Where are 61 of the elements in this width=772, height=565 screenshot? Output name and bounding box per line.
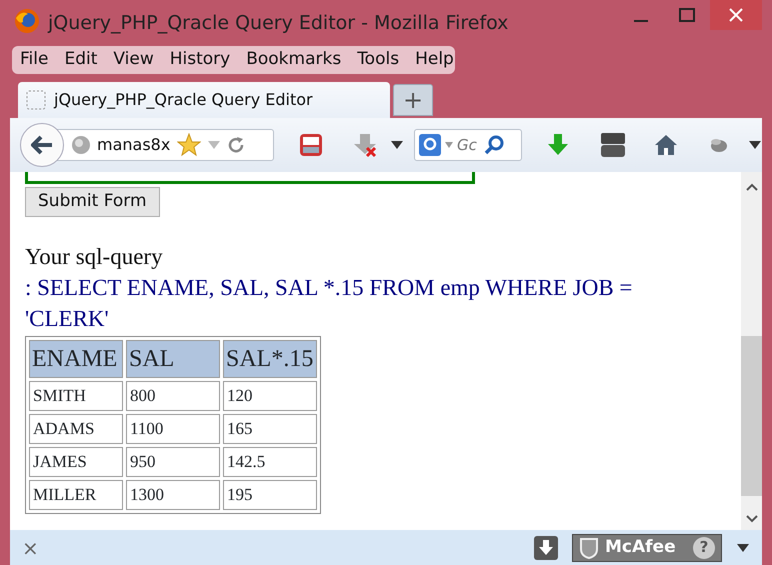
star-icon[interactable]	[177, 133, 201, 157]
browser-tab[interactable]: jQuery_PHP_Qracle Query Editor	[18, 82, 390, 118]
table-cell: 142.5	[223, 446, 317, 476]
address-bar[interactable]: manas8x,	[56, 129, 274, 161]
menu-item[interactable]: Bookmarks	[246, 47, 348, 73]
home-icon[interactable]	[654, 133, 678, 157]
table-cell: 1300	[126, 480, 220, 510]
reload-icon[interactable]	[227, 136, 245, 154]
globe-icon	[71, 135, 91, 155]
search-icon[interactable]	[484, 135, 504, 155]
query-text: : SELECT ENAME, SAL, SAL *.15 FROM emp WHERE JOB = 'CLERK'	[25, 274, 634, 332]
text-area[interactable]	[25, 172, 475, 184]
table-cell: SMITH	[29, 380, 123, 410]
maximize-icon	[679, 8, 695, 22]
down-arrow-icon[interactable]	[546, 133, 570, 157]
table-cell: 1100	[126, 414, 220, 444]
page-icon	[26, 90, 46, 110]
mcafee-button[interactable]: McAfee ?	[572, 534, 722, 562]
new-tab-button[interactable]: +	[393, 84, 433, 116]
column-header: ENAME	[29, 340, 123, 378]
column-header: SAL*.15	[223, 340, 317, 378]
close-icon	[729, 8, 743, 22]
menu-item[interactable]: History	[170, 47, 238, 73]
url-input[interactable]: manas8x,	[97, 133, 171, 157]
dropdown-icon[interactable]	[748, 140, 762, 150]
dropdown-icon[interactable]	[736, 542, 750, 552]
submit-button[interactable]: Submit Form	[25, 187, 160, 216]
back-arrow-icon	[31, 135, 53, 155]
table-cell: ADAMS	[29, 414, 123, 444]
dropdown-icon[interactable]	[390, 140, 404, 150]
scroll-up-icon[interactable]	[744, 182, 758, 192]
window-title: jQuery_PHP_Qracle Query Editor - Mozilla Firefox	[48, 10, 508, 36]
menu-item[interactable]: File	[20, 47, 56, 73]
scroll-down-icon[interactable]	[744, 514, 758, 524]
download-cancel-icon[interactable]	[352, 132, 378, 158]
browser-logo-icon	[14, 8, 40, 34]
table-cell: 195	[223, 480, 317, 510]
scrollbar[interactable]	[741, 172, 762, 530]
minimize-icon	[634, 20, 648, 22]
table-cell: 950	[126, 446, 220, 476]
back-button[interactable]	[20, 123, 64, 167]
download-icon[interactable]	[534, 536, 558, 560]
close-button[interactable]: ×	[22, 532, 39, 562]
table-cell: JAMES	[29, 446, 123, 476]
table-cell: 165	[223, 414, 317, 444]
table-cell: 800	[126, 380, 220, 410]
menu-item[interactable]: View	[113, 47, 161, 73]
menu-item[interactable]: Edit	[64, 47, 104, 73]
search-bar[interactable]: Gc	[414, 129, 522, 161]
table-cell: 120	[223, 380, 317, 410]
addon-label: McAfee	[605, 536, 676, 559]
menu-item[interactable]: Tools	[357, 47, 406, 73]
column-header: SAL	[126, 340, 220, 378]
shield-icon	[579, 536, 599, 558]
menu-item[interactable]: Help	[415, 47, 461, 73]
search-engine-icon[interactable]	[419, 134, 441, 156]
close-button[interactable]	[710, 0, 762, 30]
heading-text: Your sql-query	[25, 242, 164, 271]
scrollbar-thumb[interactable]	[741, 336, 762, 496]
table-cell: MILLER	[29, 480, 123, 510]
help-button[interactable]: ?	[693, 536, 715, 558]
